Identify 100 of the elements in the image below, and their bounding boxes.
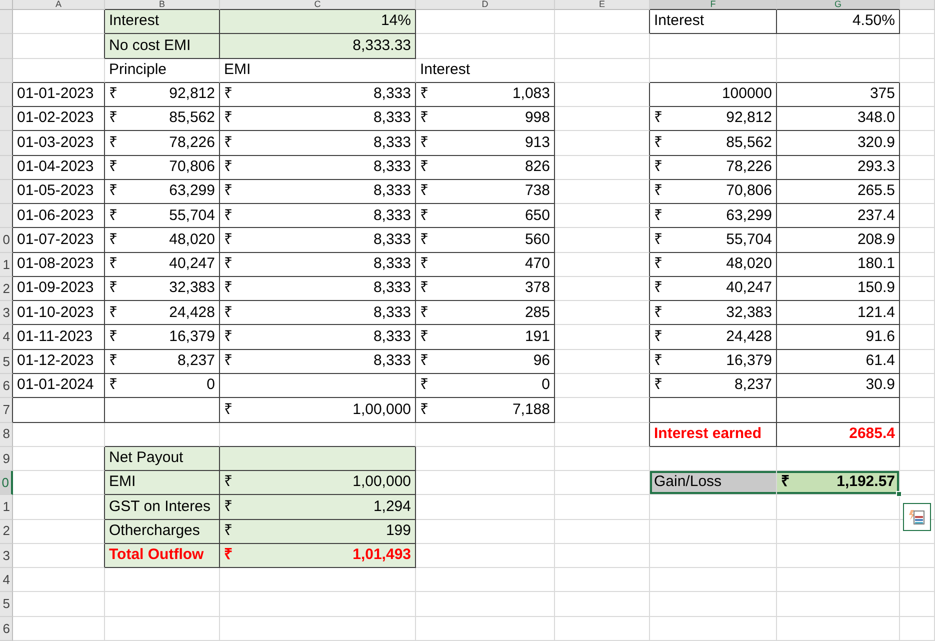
cell-value: 470 — [524, 254, 550, 274]
currency-symbol: ₹ — [420, 156, 429, 177]
column-header[interactable]: B — [105, 0, 220, 10]
currency-symbol: ₹ — [654, 181, 663, 202]
row-header[interactable]: 6 — [0, 374, 13, 398]
cell-value: 40,247 — [169, 254, 215, 274]
table-cell: 121.4 — [777, 301, 900, 326]
table-cell: Interest — [650, 10, 777, 34]
currency-symbol: ₹ — [224, 132, 233, 153]
currency-symbol: ₹ — [109, 132, 118, 153]
currency-symbol: ₹ — [420, 181, 429, 202]
cell-value: 8,333 — [373, 302, 411, 323]
currency-symbol: ₹ — [109, 206, 118, 226]
column-header[interactable]: G — [777, 0, 900, 10]
currency-symbol: ₹ — [654, 108, 663, 128]
currency-symbol: ₹ — [420, 351, 429, 372]
currency-symbol: ₹ — [654, 254, 663, 274]
table-cell: 4.50% — [777, 10, 900, 34]
row-header[interactable]: 5 — [0, 592, 13, 617]
cell-value: 1,01,493 — [352, 545, 411, 566]
table-cell: EMI — [220, 58, 416, 83]
currency-symbol: ₹ — [109, 156, 118, 177]
select-all-corner[interactable] — [0, 0, 13, 10]
column-header[interactable] — [900, 0, 935, 10]
row-header[interactable]: 4 — [0, 568, 13, 592]
cell-value: 85,562 — [726, 132, 772, 153]
table-cell: EMI — [105, 471, 220, 496]
cell-value: 16,379 — [726, 351, 772, 372]
currency-symbol: ₹ — [654, 230, 663, 250]
row-header[interactable] — [0, 107, 13, 132]
table-cell: 01-04-2023 — [13, 156, 105, 180]
cell-value: 7,188 — [512, 400, 550, 420]
row-header[interactable] — [0, 82, 13, 108]
table-cell: 293.3 — [777, 156, 900, 180]
cell-value: 24,428 — [726, 326, 772, 347]
currency-symbol: ₹ — [224, 326, 233, 347]
row-header[interactable]: 5 — [0, 350, 13, 374]
row-header[interactable]: 3 — [0, 544, 13, 568]
row-header[interactable] — [0, 180, 13, 204]
currency-symbol: ₹ — [109, 108, 118, 128]
row-header[interactable]: 2 — [0, 276, 13, 302]
currency-symbol: ₹ — [420, 254, 429, 274]
table-cell: 61.4 — [777, 350, 900, 374]
cell-value: 0 — [542, 375, 550, 396]
cell-value: 48,020 — [169, 230, 215, 250]
cell-value: 92,812 — [726, 108, 772, 128]
column-header[interactable]: A — [13, 0, 105, 10]
cell-value: 1,294 — [373, 496, 411, 517]
row-header[interactable]: 1 — [0, 495, 13, 520]
currency-symbol: ₹ — [420, 108, 429, 128]
currency-symbol: ₹ — [654, 278, 663, 298]
row-header[interactable]: 7 — [0, 398, 13, 423]
row-header[interactable] — [0, 156, 13, 180]
fill-handle[interactable] — [896, 491, 902, 498]
currency-symbol: ₹ — [781, 472, 790, 492]
row-header[interactable]: 2 — [0, 520, 13, 544]
currency-symbol: ₹ — [224, 181, 233, 202]
currency-symbol: ₹ — [109, 326, 118, 347]
currency-symbol: ₹ — [109, 84, 118, 104]
column-header[interactable]: D — [416, 0, 555, 10]
row-header[interactable]: 1 — [0, 252, 13, 277]
row-header[interactable] — [0, 131, 13, 156]
row-header[interactable]: 0 — [0, 471, 13, 496]
table-cell: 01-08-2023 — [13, 252, 105, 277]
cell-value: 826 — [524, 156, 550, 177]
row-header[interactable]: 9 — [0, 446, 13, 472]
row-header[interactable]: 6 — [0, 616, 13, 641]
row-header[interactable]: 0 — [0, 228, 13, 253]
column-header[interactable]: F — [650, 0, 777, 10]
table-cell: Principle — [105, 58, 220, 83]
cell-value: 32,383 — [726, 302, 772, 323]
column-header[interactable]: E — [555, 0, 650, 10]
paste-options-menu[interactable] — [903, 503, 931, 531]
currency-symbol: ₹ — [420, 132, 429, 153]
cell-value: 8,333 — [373, 326, 411, 347]
currency-symbol: ₹ — [420, 326, 429, 347]
row-header[interactable] — [0, 204, 13, 228]
cell-value: 650 — [524, 206, 550, 226]
cell-value: 738 — [524, 181, 550, 202]
currency-symbol: ₹ — [109, 181, 118, 202]
table-cell: Net Payout — [105, 446, 220, 472]
cell-value: 70,806 — [726, 181, 772, 202]
table-cell: Interest — [416, 58, 555, 83]
cell-value: 913 — [524, 132, 550, 153]
currency-symbol: ₹ — [420, 302, 429, 323]
table-cell: 01-10-2023 — [13, 301, 105, 326]
column-header[interactable]: C — [220, 0, 416, 10]
table-cell: Othercharges — [105, 520, 220, 544]
table-cell: 180.1 — [777, 252, 900, 277]
currency-symbol: ₹ — [224, 206, 233, 226]
row-header[interactable]: 4 — [0, 325, 13, 350]
cell-value: 1,083 — [512, 84, 550, 104]
cell-value: 78,226 — [726, 156, 772, 177]
table-cell: 237.4 — [777, 204, 900, 228]
row-header[interactable]: 3 — [0, 301, 13, 326]
table-cell: Gain/Loss — [650, 471, 777, 496]
cell-value: 8,237 — [734, 375, 772, 396]
cell-value: 8,333 — [373, 254, 411, 274]
row-header[interactable]: 8 — [0, 422, 13, 447]
currency-symbol: ₹ — [109, 375, 118, 396]
